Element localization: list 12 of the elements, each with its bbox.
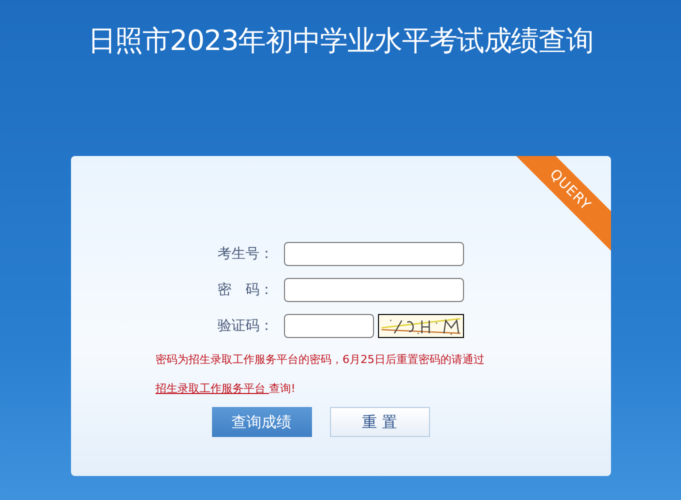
captcha-field[interactable] <box>284 314 374 338</box>
query-button[interactable]: 查询成绩 <box>212 407 312 437</box>
password-field[interactable] <box>284 278 464 302</box>
notice-text: 密码为招生录取工作服务平台的密码，6月25日后重置密码的请通过 <box>156 352 486 368</box>
input-field[interactable] <box>284 242 464 266</box>
page-title: 日照市2023年初中学业水平考试成绩查询 <box>88 23 594 59</box>
reset-button[interactable]: 重 置 <box>330 407 430 437</box>
field-label: 验证码： <box>216 316 274 336</box>
platform-link[interactable]: 招生录取工作服务平台 <box>156 382 269 394</box>
field-label: 密 码： <box>216 280 274 300</box>
notice-suffix: 查询! <box>269 382 296 394</box>
field-label: 考生号： <box>216 244 274 264</box>
